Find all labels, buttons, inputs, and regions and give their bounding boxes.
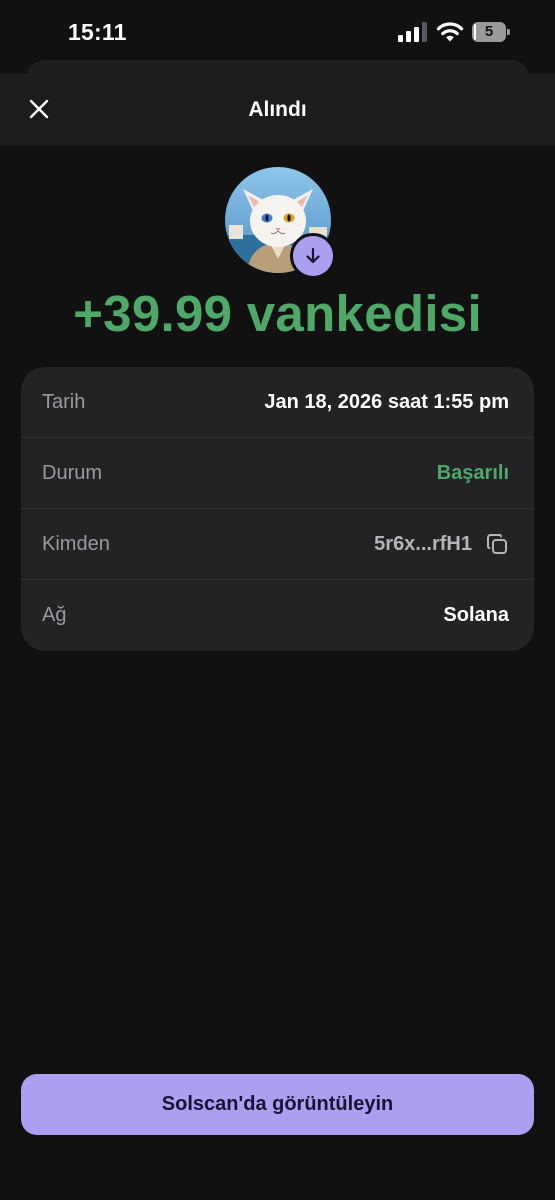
view-on-solscan-button[interactable]: Solscan'da görüntüleyin — [21, 1074, 534, 1135]
battery-icon: 5 — [472, 22, 510, 42]
detail-value-from: 5r6x...rfH1 — [374, 533, 472, 555]
detail-value-date: Jan 18, 2026 saat 1:55 pm — [264, 391, 509, 413]
detail-label-from: Kimden — [42, 533, 110, 555]
detail-value-status: Başarılı — [436, 462, 509, 484]
signal-icon — [398, 22, 427, 42]
status-bar: 15:11 5 — [0, 0, 555, 64]
received-amount: +39.99 vankedisi — [73, 285, 482, 342]
detail-label-date: Tarih — [42, 391, 86, 413]
detail-value-network: Solana — [443, 604, 509, 626]
view-on-solscan-label: Solscan'da görüntüleyin — [161, 1093, 394, 1115]
detail-label-status: Durum — [42, 462, 103, 484]
close-button[interactable] — [20, 90, 58, 128]
wifi-icon — [436, 22, 464, 42]
detail-row-network: Ağ Solana — [21, 580, 534, 651]
arrow-down-icon — [306, 247, 320, 264]
detail-row-status: Durum Başarılı — [21, 438, 534, 509]
details-card: Tarih Jan 18, 2026 saat 1:55 pm Durum Ba… — [21, 367, 534, 651]
receive-badge — [290, 233, 336, 279]
status-time: 15:11 — [68, 19, 127, 45]
copy-icon[interactable] — [485, 532, 509, 556]
detail-row-date: Tarih Jan 18, 2026 saat 1:55 pm — [21, 367, 534, 438]
close-icon — [29, 99, 49, 119]
detail-row-from: Kimden 5r6x...rfH1 — [21, 509, 534, 580]
battery-level: 5 — [484, 23, 494, 40]
detail-label-network: Ağ — [42, 604, 67, 626]
battery-tip — [507, 29, 510, 35]
page-title: Alındı — [248, 98, 307, 121]
nav-header: Alındı — [0, 74, 555, 146]
